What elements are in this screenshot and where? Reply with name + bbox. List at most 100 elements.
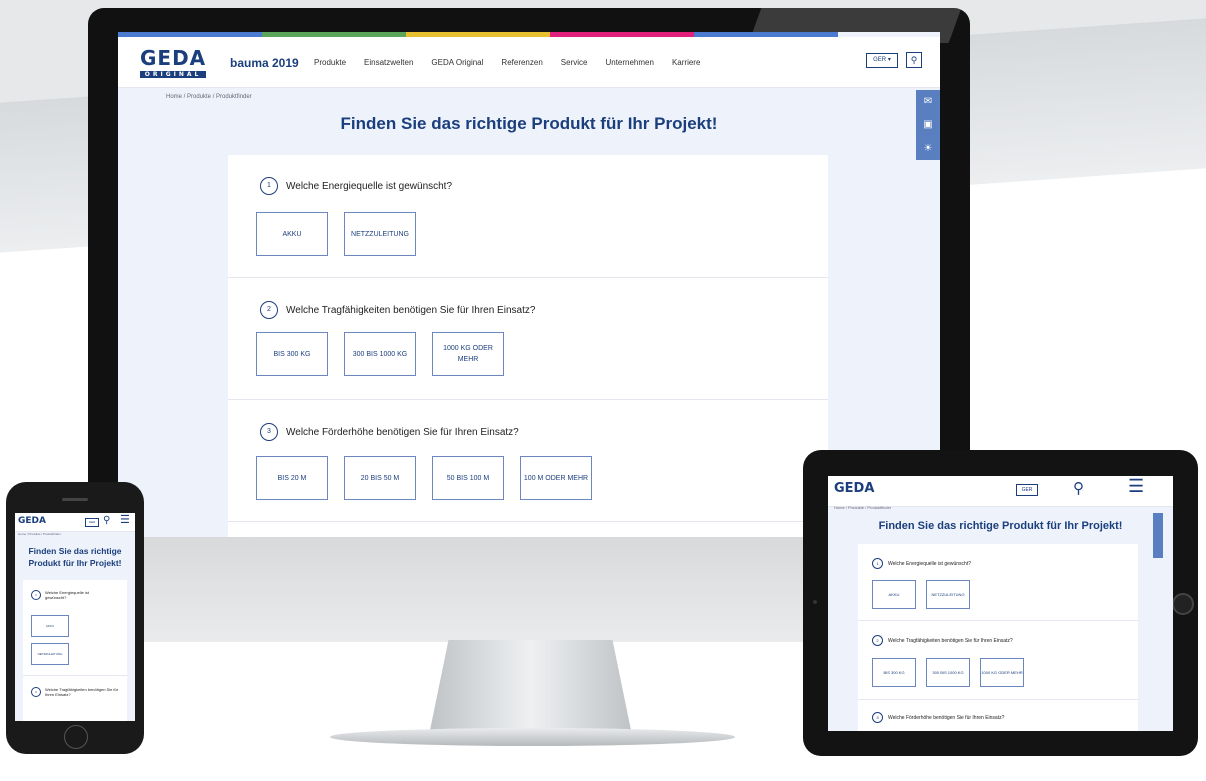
tablet-screen: GEDA GER ⚲ ☰ Home / Produkte / Produktfi… bbox=[828, 476, 1173, 731]
phone-header: GEDA GER ⚲ ☰ bbox=[15, 513, 135, 532]
nav-item-service[interactable]: Service bbox=[561, 58, 588, 67]
question-number: 2 bbox=[872, 635, 883, 646]
question-block: 1 Welche Energiequelle ist gewünscht? AK… bbox=[228, 155, 828, 278]
side-rail: ✉ ▣ ☀ bbox=[916, 90, 940, 160]
monitor-stand bbox=[428, 640, 633, 740]
breadcrumb[interactable]: Home / Produkte / Produktfinder bbox=[166, 94, 252, 100]
tablet-option-button[interactable]: 300 BIS 1000 KG bbox=[926, 658, 970, 687]
lightbulb-icon[interactable]: ☀ bbox=[924, 143, 933, 154]
phone-breadcrumb[interactable]: Home / Produkte / Produktfinder bbox=[18, 532, 61, 536]
question-number: 2 bbox=[31, 687, 41, 697]
question-number: 1 bbox=[872, 558, 883, 569]
tablet-logo[interactable]: GEDA bbox=[834, 481, 874, 496]
monitor-stand-base bbox=[330, 728, 735, 746]
language-value: GER bbox=[873, 57, 887, 63]
phone-page-title: Finden Sie das richtige Produkt für Ihr … bbox=[28, 546, 122, 568]
tablet-option-button[interactable]: NETZZULEITUNG bbox=[926, 580, 970, 609]
option-button[interactable]: 20 BIS 50 M bbox=[344, 456, 416, 500]
nav-item-karriere[interactable]: Karriere bbox=[672, 58, 700, 67]
main-nav: Produkte Einsatzwelten GEDA Original Ref… bbox=[314, 58, 700, 67]
language-select[interactable]: GER ▾ bbox=[866, 53, 898, 68]
question-number: 3 bbox=[872, 712, 883, 723]
question-text: Welche Förderhöhe benötigen Sie für Ihre… bbox=[286, 426, 519, 438]
option-button[interactable]: 50 BIS 100 M bbox=[432, 456, 504, 500]
divider bbox=[858, 699, 1138, 700]
question-header: 3 Welche Förderhöhe benötigen Sie für Ih… bbox=[260, 423, 519, 441]
logo-text: GEDA bbox=[140, 46, 207, 70]
mail-icon[interactable]: ✉ bbox=[924, 96, 932, 107]
question-text: Welche Tragfähigkeiten benötigen Sie für… bbox=[286, 304, 536, 316]
question-number: 2 bbox=[260, 301, 278, 319]
nav-item-unternehmen[interactable]: Unternehmen bbox=[605, 58, 653, 67]
phone-logo[interactable]: GEDA bbox=[18, 516, 46, 526]
tablet-question: 3 Welche Förderhöhe benötigen Sie für Ih… bbox=[872, 712, 1004, 723]
tablet-language-select[interactable]: GER bbox=[1016, 484, 1038, 496]
question-text: Welche Tragfähigkeiten benötigen Sie für… bbox=[45, 687, 119, 697]
phone-screen: GEDA GER ⚲ ☰ Home / Produkte / Produktfi… bbox=[15, 513, 135, 721]
logo-subtext: ORIGINAL bbox=[140, 71, 207, 78]
tablet-question: 2 Welche Tragfähigkeiten benötigen Sie f… bbox=[872, 635, 1013, 646]
phone-search-icon[interactable]: ⚲ bbox=[103, 515, 110, 526]
phone-question: 1 Welche Energiequelle ist gewünscht? bbox=[31, 590, 111, 600]
nav-item-einsatzwelten[interactable]: Einsatzwelten bbox=[364, 58, 413, 67]
option-button[interactable]: BIS 300 KG bbox=[256, 332, 328, 376]
divider bbox=[858, 620, 1138, 621]
question-header: 1 Welche Energiequelle ist gewünscht? bbox=[260, 177, 452, 195]
bauma-link[interactable]: bauma 2019 bbox=[230, 56, 299, 70]
site-header: GEDA ORIGINAL bauma 2019 Produkte Einsat… bbox=[118, 37, 940, 88]
question-number: 1 bbox=[260, 177, 278, 195]
option-group: BIS 300 KG 300 BIS 1000 KG 1000 KG ODER … bbox=[256, 332, 504, 376]
option-button[interactable]: AKKU bbox=[256, 212, 328, 256]
search-icon: ⚲ bbox=[910, 55, 918, 65]
search-button[interactable]: ⚲ bbox=[906, 52, 922, 68]
option-button[interactable]: 100 M ODER MEHR bbox=[520, 456, 592, 500]
tablet-finder-card: 1 Welche Energiequelle ist gewünscht? AK… bbox=[858, 544, 1138, 731]
option-button[interactable]: 1000 KG ODER MEHR bbox=[432, 332, 504, 376]
tablet-question: 1 Welche Energiequelle ist gewünscht? bbox=[872, 558, 971, 569]
option-group: AKKU NETZZULEITUNG bbox=[256, 212, 416, 256]
question-number: 3 bbox=[260, 423, 278, 441]
question-number: 1 bbox=[31, 590, 41, 600]
question-text: Welche Förderhöhe benötigen Sie für Ihre… bbox=[888, 714, 1005, 721]
tablet-breadcrumb[interactable]: Home / Produkte / Produktfinder bbox=[834, 505, 891, 510]
phone-option-button[interactable]: NETZZULEITUNG bbox=[31, 643, 69, 665]
tablet-menu-icon[interactable]: ☰ bbox=[1128, 476, 1144, 497]
question-text: Welche Energiequelle ist gewünscht? bbox=[286, 180, 453, 192]
tablet-page-title: Finden Sie das richtige Produkt für Ihr … bbox=[878, 520, 1123, 532]
question-text: Welche Energiequelle ist gewünscht? bbox=[45, 590, 89, 600]
divider bbox=[23, 675, 127, 676]
tablet-header: GEDA GER ⚲ ☰ bbox=[828, 476, 1173, 507]
option-button[interactable]: 300 BIS 1000 KG bbox=[344, 332, 416, 376]
document-icon[interactable]: ▣ bbox=[923, 119, 932, 130]
tablet-option-button[interactable]: AKKU bbox=[872, 580, 916, 609]
tablet-language-value: GER bbox=[1021, 487, 1033, 493]
nav-item-produkte[interactable]: Produkte bbox=[314, 58, 346, 67]
phone-language-select[interactable]: GER bbox=[85, 518, 99, 527]
tablet-search-icon[interactable]: ⚲ bbox=[1073, 479, 1084, 497]
tablet-home-button bbox=[1172, 593, 1194, 615]
question-block: 3 Welche Förderhöhe benötigen Sie für Ih… bbox=[228, 399, 828, 522]
phone-question: 2 Welche Tragfähigkeiten benötigen Sie f… bbox=[31, 687, 119, 697]
geda-logo[interactable]: GEDA ORIGINAL bbox=[140, 46, 207, 78]
phone-language-value: GER bbox=[88, 520, 96, 524]
phone-speaker bbox=[62, 498, 88, 501]
nav-item-geda-original[interactable]: GEDA Original bbox=[431, 58, 483, 67]
question-text: Welche Energiequelle ist gewünscht? bbox=[888, 560, 972, 567]
phone-home-button bbox=[64, 725, 88, 749]
option-button[interactable]: BIS 20 M bbox=[256, 456, 328, 500]
phone-option-button[interactable]: AKKU bbox=[31, 615, 69, 637]
product-finder-card: 1 Welche Energiequelle ist gewünscht? AK… bbox=[228, 155, 828, 537]
tablet-camera bbox=[813, 600, 817, 604]
nav-item-referenzen[interactable]: Referenzen bbox=[501, 58, 542, 67]
option-button[interactable]: NETZZULEITUNG bbox=[344, 212, 416, 256]
tablet-option-button[interactable]: BIS 300 KG bbox=[872, 658, 916, 687]
page-title: Finden Sie das richtige Produkt für Ihr … bbox=[340, 114, 718, 133]
phone-menu-icon[interactable]: ☰ bbox=[120, 513, 130, 526]
question-header: 2 Welche Tragfähigkeiten benötigen Sie f… bbox=[260, 301, 535, 319]
question-text: Welche Tragfähigkeiten benötigen Sie für… bbox=[888, 637, 1013, 644]
phone-finder-card: 1 Welche Energiequelle ist gewünscht? AK… bbox=[23, 580, 127, 721]
option-group: BIS 20 M 20 BIS 50 M 50 BIS 100 M 100 M … bbox=[256, 456, 592, 500]
tablet-option-button[interactable]: 1000 KG ODER MEHR bbox=[980, 658, 1024, 687]
tablet-side-rail[interactable] bbox=[1153, 513, 1163, 558]
question-block: 2 Welche Tragfähigkeiten benötigen Sie f… bbox=[228, 277, 828, 400]
